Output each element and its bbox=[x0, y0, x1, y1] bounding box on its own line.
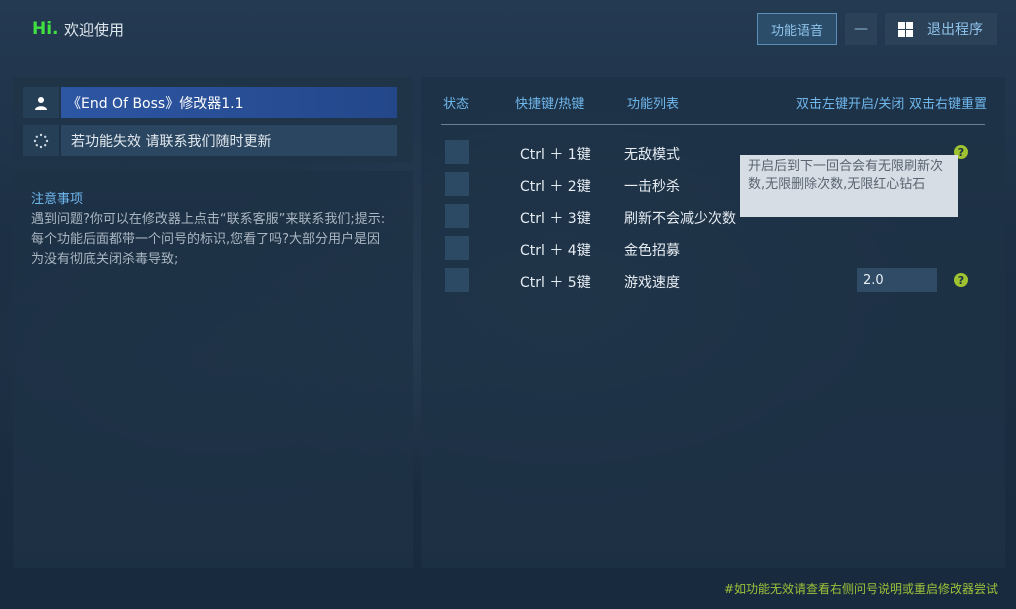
feature-label: 无敌模式 bbox=[624, 147, 680, 163]
feature-label: 游戏速度 bbox=[624, 275, 680, 291]
hotkey-label: Ctrl ＋ 2键 bbox=[520, 179, 591, 195]
tooltip: 开启后到下一回合会有无限刷新次数,无限删除次数,无限红心钻石 bbox=[740, 155, 958, 217]
update-notice[interactable]: 若功能失效 请联系我们随时更新 bbox=[61, 125, 397, 156]
feature-label: 金色招募 bbox=[624, 243, 680, 259]
hotkey-label: Ctrl ＋ 4键 bbox=[520, 243, 591, 259]
status-checkbox[interactable] bbox=[445, 204, 469, 228]
header-status: 状态 bbox=[443, 97, 470, 112]
windows-icon bbox=[898, 21, 913, 37]
hotkey-label: Ctrl ＋ 1键 bbox=[520, 147, 591, 163]
header-toggle-hint: 双击左键开启/关闭 bbox=[796, 97, 905, 112]
notes-body: 遇到问题?你可以在修改器上点击“联系客服”来联系我们;提示:每个功能后面都带一个… bbox=[31, 212, 386, 267]
feature-label: 一击秒杀 bbox=[624, 179, 680, 195]
exit-button-label: 退出程序 bbox=[927, 22, 983, 38]
cheat-list-panel bbox=[421, 77, 1005, 568]
hi-logo: Hi. bbox=[32, 19, 59, 39]
voice-button[interactable]: 功能语音 bbox=[757, 13, 837, 45]
status-checkbox[interactable] bbox=[445, 268, 469, 292]
header-divider bbox=[441, 124, 985, 125]
feature-label: 刷新不会减少次数 bbox=[624, 211, 736, 227]
hotkey-label: Ctrl ＋ 3键 bbox=[520, 211, 591, 227]
footer-hint: #如功能无效请查看右侧问号说明或重启修改器尝试 bbox=[724, 582, 999, 596]
status-checkbox[interactable] bbox=[445, 236, 469, 260]
exit-button[interactable]: 退出程序 bbox=[885, 13, 997, 45]
header-hotkey: 快捷键/热键 bbox=[515, 97, 585, 112]
loading-icon bbox=[23, 125, 59, 156]
help-icon[interactable]: ? bbox=[954, 273, 968, 287]
notes-title: 注意事项 bbox=[31, 192, 84, 207]
game-title[interactable]: 《End Of Boss》修改器1.1 bbox=[61, 87, 397, 118]
status-checkbox[interactable] bbox=[445, 140, 469, 164]
hotkey-label: Ctrl ＋ 5键 bbox=[520, 275, 591, 291]
speed-input[interactable] bbox=[857, 268, 937, 292]
header-reset-hint: 双击右键重置 bbox=[909, 97, 988, 112]
header-features: 功能列表 bbox=[627, 97, 680, 112]
minimize-button[interactable]: — bbox=[845, 13, 877, 45]
welcome-text: 欢迎使用 bbox=[64, 21, 125, 39]
user-icon bbox=[23, 87, 59, 118]
status-checkbox[interactable] bbox=[445, 172, 469, 196]
